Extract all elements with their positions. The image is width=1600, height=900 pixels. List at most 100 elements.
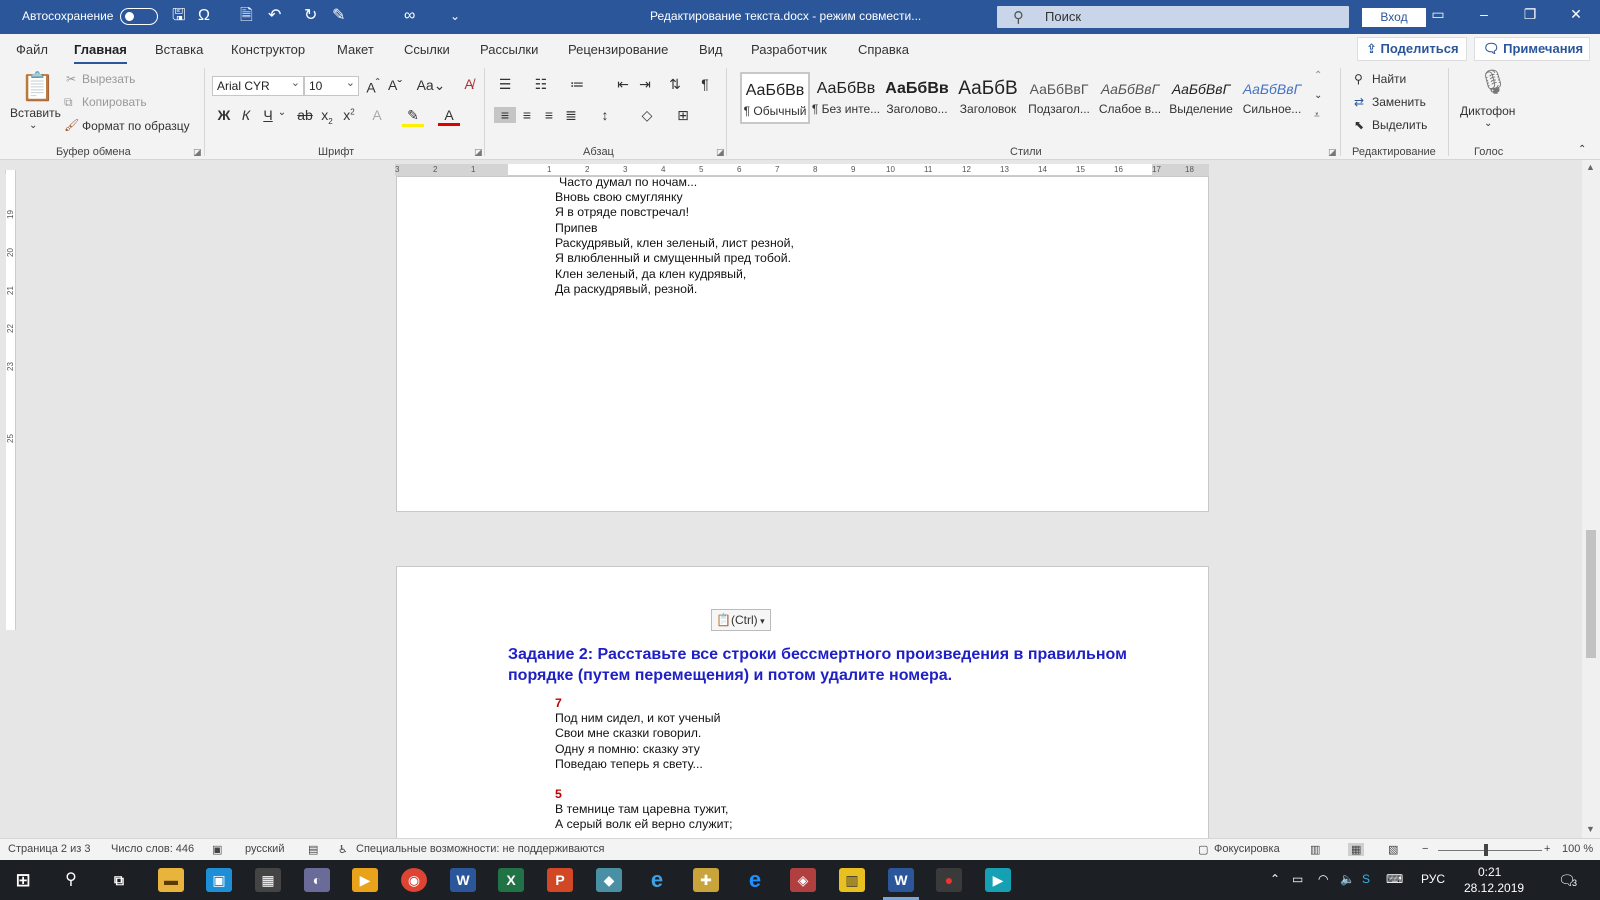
shrink-font-icon[interactable]: Aˇ: [384, 77, 406, 93]
app-icon[interactable]: ▶: [985, 868, 1011, 892]
comments-button[interactable]: 🗨 Примечания: [1474, 37, 1590, 61]
search-input[interactable]: ⚲ Поиск: [997, 6, 1349, 28]
link-icon[interactable]: ∞: [404, 7, 415, 25]
word-active-icon[interactable]: W: [888, 868, 914, 892]
show-marks-icon[interactable]: ¶: [694, 76, 716, 92]
style-title[interactable]: АаБбВ Заголовок: [953, 72, 1023, 124]
skype-icon[interactable]: S: [1362, 872, 1370, 886]
shading-icon[interactable]: ◇: [636, 107, 658, 124]
styles-launcher-icon[interactable]: ◪: [1328, 147, 1337, 158]
page-count[interactable]: Страница 2 из 3: [8, 843, 90, 855]
app-icon[interactable]: ▣: [206, 868, 232, 892]
font-color-icon[interactable]: A: [438, 107, 460, 126]
restore-icon[interactable]: ❐: [1520, 6, 1540, 23]
zoom-slider[interactable]: [1438, 850, 1542, 851]
document-page[interactable]: 📋(Ctrl) ▾ Задание 2: Расставьте все стро…: [396, 566, 1209, 838]
font-launcher-icon[interactable]: ◪: [474, 147, 483, 158]
internet-explorer-icon[interactable]: e: [644, 868, 670, 892]
zoom-level[interactable]: 100 %: [1562, 843, 1593, 855]
zoom-slider-thumb[interactable]: [1484, 844, 1488, 856]
text-line[interactable]: Одну я помню: сказку эту: [555, 742, 700, 757]
tab-view[interactable]: Вид: [699, 42, 723, 57]
network-device-icon[interactable]: ▭: [1292, 872, 1303, 886]
increase-indent-icon[interactable]: ⇥: [634, 76, 656, 93]
scroll-thumb[interactable]: [1586, 530, 1596, 658]
align-left-icon[interactable]: ≡: [494, 107, 516, 123]
font-name-dropdown[interactable]: Arial CYR: [212, 74, 304, 96]
strikethrough-icon[interactable]: ab: [294, 107, 316, 123]
style-heading-1[interactable]: АаБбВв Заголово...: [882, 72, 952, 124]
print-preview-icon[interactable]: 🗎: [240, 7, 253, 25]
copy-button[interactable]: Копировать: [82, 95, 147, 109]
text-line[interactable]: Свои мне сказки говорил.: [555, 726, 701, 741]
text-line[interactable]: Я в отряде повстречал!: [555, 205, 689, 220]
tab-insert[interactable]: Вставка: [155, 42, 203, 57]
style-intense-emphasis[interactable]: АаБбВвГ Сильное...: [1237, 72, 1307, 124]
dictate-button[interactable]: Диктофон: [1460, 104, 1515, 118]
input-language[interactable]: РУС: [1421, 872, 1445, 886]
volume-icon[interactable]: 🔈: [1340, 872, 1355, 886]
word-icon[interactable]: W: [450, 868, 476, 892]
customize-qat-icon[interactable]: ⌄: [450, 7, 460, 25]
clock-date[interactable]: 28.12.2019: [1464, 881, 1524, 895]
scroll-up-icon[interactable]: ▲: [1586, 162, 1595, 172]
dictate-dropdown-icon[interactable]: ⌄: [1484, 118, 1492, 129]
keyboard-icon[interactable]: ⌨: [1386, 872, 1403, 886]
sort-icon[interactable]: ⇅: [664, 76, 686, 93]
media-player-icon[interactable]: ▶: [352, 868, 378, 892]
line-number[interactable]: 5: [555, 787, 562, 802]
decrease-indent-icon[interactable]: ⇤: [612, 76, 634, 93]
zoom-out-icon[interactable]: −: [1422, 843, 1428, 855]
edge-icon[interactable]: e: [742, 868, 768, 892]
text-line[interactable]: Поведаю теперь я свету...: [555, 757, 703, 772]
redo-icon[interactable]: ↻: [304, 7, 317, 25]
styles-scroll-down-icon[interactable]: ⌄: [1314, 90, 1322, 101]
app-icon[interactable]: ✚: [693, 868, 719, 892]
text-line[interactable]: Я влюбленный и смущенный пред тобой.: [555, 251, 791, 266]
close-icon[interactable]: ✕: [1566, 6, 1586, 23]
powerpoint-icon[interactable]: P: [547, 868, 573, 892]
clear-formatting-icon[interactable]: A̸: [458, 76, 480, 92]
file-explorer-icon[interactable]: ▬: [158, 868, 184, 892]
cut-button[interactable]: Вырезать: [82, 72, 135, 86]
superscript-icon[interactable]: x2: [338, 107, 360, 123]
paste-dropdown-icon[interactable]: ⌄: [29, 120, 37, 131]
justify-icon[interactable]: ≣: [560, 107, 582, 124]
share-button[interactable]: ⇪ Поделиться: [1357, 37, 1467, 61]
chrome-icon[interactable]: ◉: [401, 868, 427, 892]
style-no-spacing[interactable]: АаБбВв ¶ Без инте...: [811, 72, 881, 124]
subscript-icon[interactable]: x2: [316, 107, 338, 126]
app-icon[interactable]: ◆: [596, 868, 622, 892]
tab-help[interactable]: Справка: [858, 42, 909, 57]
read-mode-icon[interactable]: ▥: [1310, 843, 1320, 856]
text-line[interactable]: В темнице там царевна тужит,: [555, 802, 728, 817]
text-line[interactable]: Часто думал по ночам...: [559, 175, 697, 190]
vertical-scrollbar[interactable]: ▲ ▼: [1582, 160, 1600, 838]
text-effects-icon[interactable]: A: [366, 107, 388, 123]
bullets-icon[interactable]: ☰: [494, 76, 516, 93]
sign-in-button[interactable]: Вход: [1362, 8, 1426, 27]
highlight-icon[interactable]: ✎: [402, 107, 424, 127]
multilevel-list-icon[interactable]: ≔: [566, 76, 588, 93]
bold-icon[interactable]: Ж: [213, 107, 235, 123]
app-icon[interactable]: ◐: [304, 868, 330, 892]
taskbar-search-icon[interactable]: ⚲: [58, 868, 84, 892]
style-normal[interactable]: АаБбВв ¶ Обычный: [740, 72, 810, 124]
select-button[interactable]: Выделить: [1372, 118, 1427, 132]
vertical-ruler[interactable]: 19 20 21 22 23 25: [6, 170, 16, 630]
clock-time[interactable]: 0:21: [1478, 865, 1501, 879]
borders-icon[interactable]: ⊞: [672, 107, 694, 124]
tab-design[interactable]: Конструктор: [231, 42, 305, 57]
tab-references[interactable]: Ссылки: [404, 42, 450, 57]
text-line[interactable]: Да раскудрявый, резной.: [555, 282, 697, 297]
minimize-icon[interactable]: –: [1474, 6, 1494, 22]
find-button[interactable]: Найти: [1372, 72, 1406, 86]
text-line[interactable]: А серый волк ей верно служит;: [555, 817, 733, 832]
recorder-icon[interactable]: ●: [936, 868, 962, 892]
line-spacing-icon[interactable]: ↕: [594, 107, 616, 123]
print-layout-icon[interactable]: ▦: [1348, 843, 1365, 856]
align-center-icon[interactable]: ≡: [516, 107, 538, 123]
app-icon[interactable]: ▥: [839, 868, 865, 892]
tab-mailings[interactable]: Рассылки: [480, 42, 538, 57]
tab-file[interactable]: Файл: [16, 42, 48, 57]
